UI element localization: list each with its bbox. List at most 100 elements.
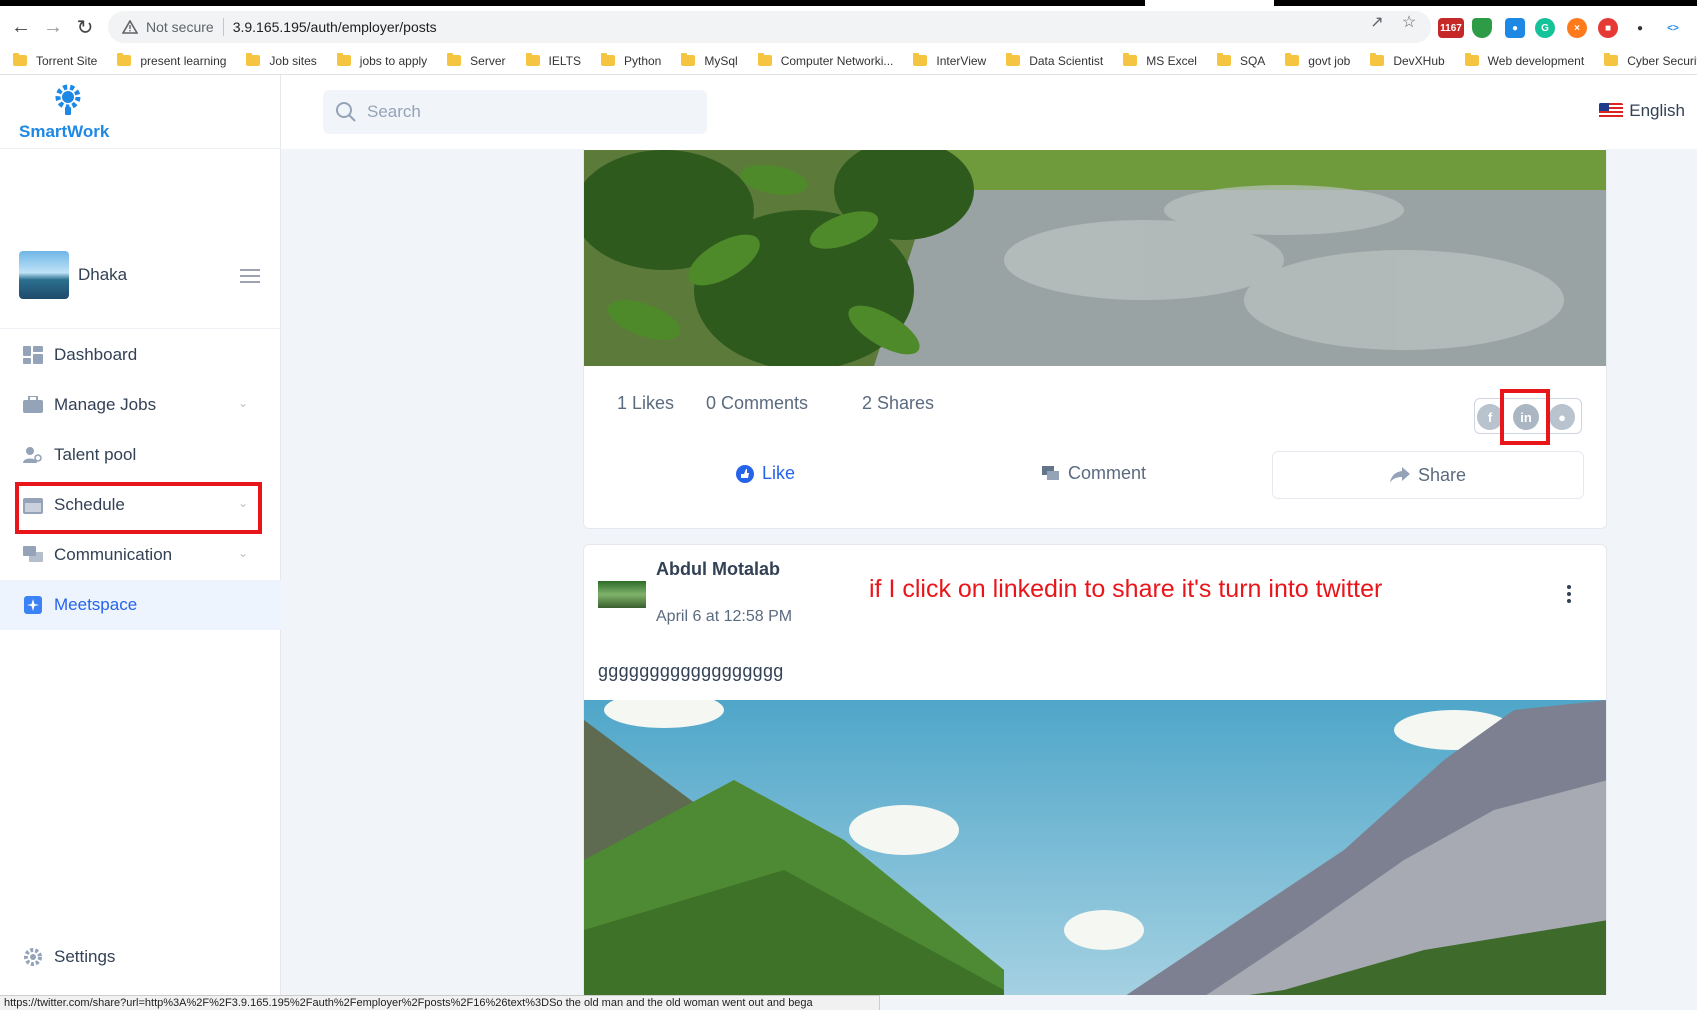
bookmark-item[interactable]: jobs to apply [336, 53, 428, 68]
comment-icon [1042, 465, 1059, 480]
bookmark-item[interactable]: SQA [1216, 53, 1266, 68]
bookmark-item[interactable]: Server [447, 53, 506, 68]
profile-extension-icon[interactable]: ● [1630, 18, 1650, 38]
annotation-highlight-meetspace [15, 482, 262, 534]
post-text: gggggggggggggggggg [598, 661, 784, 681]
meetspace-icon [24, 596, 42, 614]
post-author[interactable]: Abdul Motalab [656, 559, 780, 580]
code-extension-icon[interactable]: <> [1663, 18, 1683, 38]
like-button[interactable]: Like [736, 463, 795, 484]
bookmark-item[interactable]: present learning [117, 53, 226, 68]
folder-icon [1006, 53, 1021, 66]
bookmark-item[interactable]: MySql [681, 53, 738, 68]
language-selector[interactable]: English [1599, 101, 1685, 121]
search-icon [336, 102, 356, 122]
sidebar-item-dashboard[interactable]: Dashboard [0, 330, 281, 380]
reload-icon[interactable]: ↻ [72, 14, 98, 40]
more-options-icon[interactable] [1567, 585, 1571, 606]
bookmark-item[interactable]: InterView [913, 53, 987, 68]
annotation-note: if I click on linkedin to share it's tur… [869, 575, 1383, 603]
bookmark-item[interactable]: Data Scientist [1006, 53, 1103, 68]
app-header: Search English [281, 75, 1697, 149]
folder-icon [1464, 53, 1479, 66]
search-input[interactable]: Search [323, 90, 707, 134]
bookmark-label: Torrent Site [36, 53, 98, 68]
folder-icon [757, 53, 772, 66]
posts-feed: 1 Likes 0 Comments 2 Shares f in ● Like … [583, 149, 1607, 995]
folder-icon [246, 53, 261, 66]
bookmark-item[interactable]: IELTS [525, 53, 581, 68]
url-text[interactable]: 3.9.165.195/auth/employer/posts [233, 19, 437, 35]
bookmark-label: jobs to apply [359, 53, 428, 68]
likes-count[interactable]: 1 Likes [617, 393, 674, 414]
bookmark-label: govt job [1308, 53, 1351, 68]
share-button[interactable]: Share [1272, 451, 1584, 499]
brand-logo[interactable]: SmartWork [0, 75, 281, 149]
forward-icon[interactable]: → [40, 14, 66, 40]
avatar[interactable] [19, 251, 69, 299]
folder-icon [1370, 53, 1385, 66]
bookmark-label: MySql [704, 53, 738, 68]
dashboard-icon [23, 346, 43, 364]
bookmark-item[interactable]: govt job [1285, 53, 1351, 68]
chevron-down-icon: ⌄ [238, 396, 249, 410]
sidebar-item-talent-pool[interactable]: Talent pool [0, 430, 281, 480]
bookmark-item[interactable]: Web development [1464, 53, 1584, 68]
bookmark-label: InterView [936, 53, 987, 68]
address-bar[interactable]: Not secure 3.9.165.195/auth/employer/pos… [108, 11, 1431, 43]
folder-icon [1285, 53, 1300, 66]
bookmark-item[interactable]: DevXHub [1370, 53, 1445, 68]
brand-name: SmartWork [19, 122, 110, 141]
gear-bulb-logo-icon [55, 84, 81, 115]
gear-icon [24, 948, 42, 966]
folder-icon [913, 53, 928, 66]
bookmark-item[interactable]: MS Excel [1123, 53, 1197, 68]
bookmark-label: Python [623, 53, 662, 68]
comment-button[interactable]: Comment [1042, 463, 1146, 484]
gmail-extension-icon[interactable]: 1167 [1438, 18, 1464, 38]
bookmark-item[interactable]: Cyber Security [1604, 53, 1697, 68]
bookmarks-bar: Torrent Site present learning Job sites job… [0, 47, 1697, 75]
folder-icon [1604, 53, 1619, 66]
dropper-extension-icon[interactable]: ● [1505, 18, 1525, 38]
folder-icon [681, 53, 696, 66]
back-icon[interactable]: ← [8, 14, 34, 40]
folder-icon [1123, 53, 1138, 66]
bookmark-item[interactable]: Torrent Site [13, 53, 98, 68]
bookmark-item[interactable]: Computer Networki... [757, 53, 894, 68]
post-image [584, 150, 1606, 366]
settings-label: Settings [54, 947, 116, 966]
author-avatar[interactable] [598, 581, 646, 608]
post-card: Abdul Motalab April 6 at 12:58 PM if I c… [583, 544, 1607, 995]
sidebar: SmartWork Dhaka Dashboard Manage Jobs ⌄ … [0, 75, 281, 995]
orange-extension-icon[interactable]: × [1567, 18, 1587, 38]
user-search-icon [23, 447, 42, 463]
folder-icon [1216, 53, 1231, 66]
bookmark-star-icon[interactable]: ☆ [1400, 14, 1418, 32]
twitter-icon[interactable]: ● [1549, 404, 1575, 430]
comments-count[interactable]: 0 Comments [706, 393, 808, 414]
folder-icon [117, 53, 132, 66]
folder-icon [447, 53, 462, 66]
sidebar-item-communication[interactable]: Communication ⌄ [0, 530, 281, 580]
bookmark-item[interactable]: Job sites [246, 53, 317, 68]
bookmark-label: Cyber Security [1627, 53, 1697, 68]
grammarly-extension-icon[interactable]: G [1535, 18, 1555, 38]
shares-count[interactable]: 2 Shares [862, 393, 934, 414]
gmail-badge: 1167 [1440, 22, 1462, 34]
search-placeholder: Search [367, 102, 421, 121]
bookmark-label: Computer Networki... [780, 53, 894, 68]
post-timestamp: April 6 at 12:58 PM [656, 608, 793, 625]
sidebar-item-manage-jobs[interactable]: Manage Jobs ⌄ [0, 380, 281, 430]
shield-extension-icon[interactable] [1472, 18, 1492, 38]
red-extension-icon[interactable]: ■ [1598, 18, 1618, 38]
bookmark-label: SQA [1239, 53, 1266, 68]
sidebar-item-label: Talent pool [54, 445, 137, 464]
sidebar-item-settings[interactable]: Settings [0, 935, 281, 979]
sidebar-item-meetspace[interactable]: Meetspace [0, 580, 281, 630]
share-page-icon[interactable]: ↗ [1368, 14, 1386, 32]
hamburger-menu-icon[interactable] [240, 269, 260, 287]
sidebar-item-label: Communication [54, 545, 173, 564]
bookmark-item[interactable]: Python [600, 53, 662, 68]
share-arrow-icon [1389, 467, 1410, 483]
